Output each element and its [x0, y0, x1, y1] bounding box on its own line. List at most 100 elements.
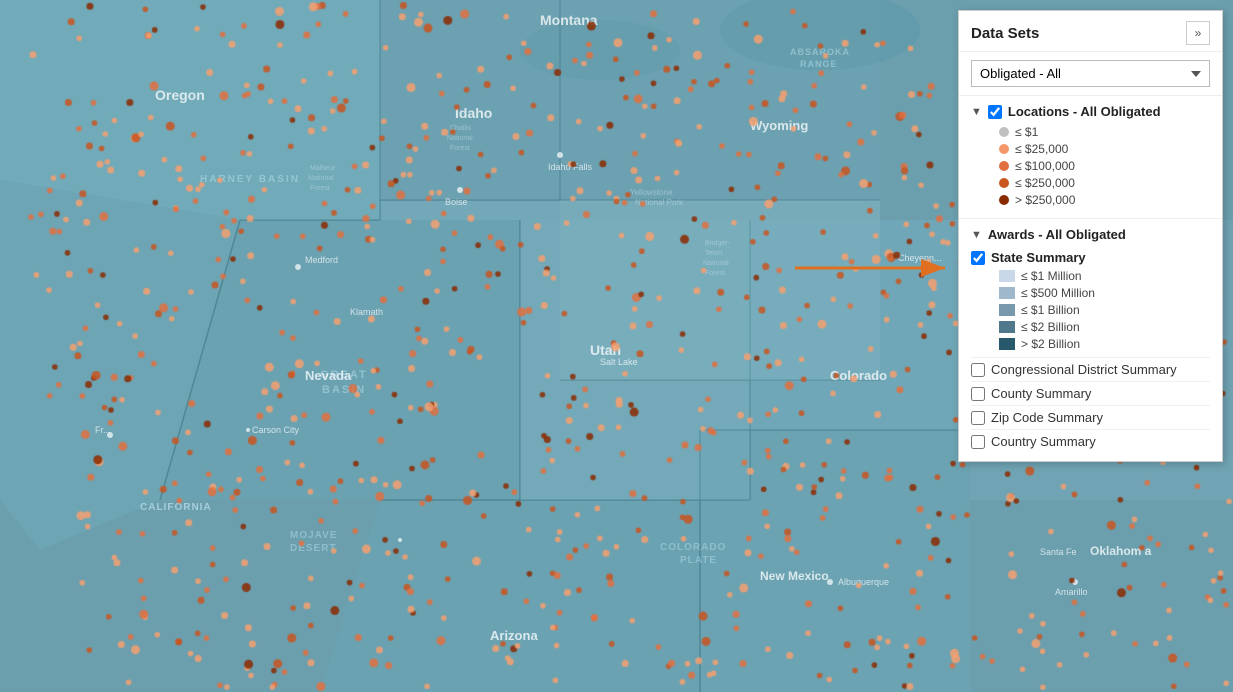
- summary-label: Zip Code Summary: [991, 410, 1103, 425]
- svg-text:BASIN: BASIN: [322, 384, 366, 396]
- svg-text:Klamath: Klamath: [350, 307, 383, 317]
- svg-text:Forest: Forest: [705, 270, 725, 277]
- summary-label: Congressional District Summary: [991, 362, 1177, 377]
- locations-section-header: ▼ Locations - All Obligated: [971, 104, 1210, 119]
- panel-header: Data Sets »: [959, 11, 1222, 52]
- state-summary-checkbox[interactable]: [971, 251, 985, 265]
- svg-text:RANGE: RANGE: [800, 59, 838, 69]
- locations-checkbox[interactable]: [988, 105, 1002, 119]
- legend-label: ≤ $1 Billion: [1021, 303, 1080, 317]
- svg-text:MOJAVE: MOJAVE: [290, 530, 338, 541]
- state-summary-legend: ≤ $1 Million ≤ $500 Million ≤ $1 Billion ≤ …: [971, 269, 1210, 351]
- svg-text:Oklahom a: Oklahom a: [1090, 544, 1152, 558]
- svg-text:COLORADO: COLORADO: [660, 542, 726, 553]
- svg-text:National Park: National Park: [635, 198, 684, 207]
- summary-checkbox-row: County Summary: [971, 381, 1210, 405]
- svg-text:New Mexico: New Mexico: [760, 569, 829, 583]
- locations-toggle-icon[interactable]: ▼: [971, 106, 982, 118]
- data-sets-panel: Data Sets » Obligated - AllOutlay - AllR…: [958, 10, 1223, 462]
- svg-text:Forest: Forest: [310, 185, 330, 192]
- legend-item: > $250,000: [999, 193, 1210, 207]
- legend-label: ≤ $250,000: [1015, 176, 1075, 190]
- legend-label: ≤ $1 Million: [1021, 269, 1082, 283]
- svg-text:Yellowstone: Yellowstone: [630, 188, 673, 197]
- legend-square: [999, 287, 1015, 299]
- legend-item: ≤ $2 Billion: [999, 320, 1210, 334]
- svg-text:Challis: Challis: [450, 125, 472, 132]
- panel-title: Data Sets: [971, 25, 1039, 42]
- legend-item: ≤ $1: [999, 125, 1210, 139]
- svg-text:Oregon: Oregon: [155, 87, 205, 103]
- svg-text:Teton: Teton: [705, 250, 722, 257]
- legend-item: ≤ $25,000: [999, 142, 1210, 156]
- svg-text:Carson City: Carson City: [252, 425, 300, 435]
- legend-item: ≤ $1 Million: [999, 269, 1210, 283]
- legend-label: ≤ $100,000: [1015, 159, 1075, 173]
- svg-text:Albuquerque: Albuquerque: [838, 577, 889, 587]
- legend-square: [999, 321, 1015, 333]
- state-summary-header: State Summary: [971, 250, 1210, 265]
- legend-label: > $250,000: [1015, 193, 1075, 207]
- awards-section-label: Awards - All Obligated: [988, 227, 1126, 242]
- svg-text:Cheyenn...: Cheyenn...: [898, 253, 942, 263]
- summary-checkbox[interactable]: [971, 363, 985, 377]
- svg-text:Malheur: Malheur: [310, 165, 336, 172]
- svg-text:PLATE: PLATE: [680, 555, 717, 566]
- summary-label: County Summary: [991, 386, 1091, 401]
- svg-text:National: National: [308, 175, 334, 182]
- locations-section: ▼ Locations - All Obligated ≤ $1 ≤ $25,00…: [959, 96, 1222, 219]
- legend-square: [999, 270, 1015, 282]
- svg-text:Fr...: Fr...: [95, 425, 111, 435]
- svg-text:National: National: [447, 135, 473, 142]
- legend-label: ≤ $25,000: [1015, 142, 1068, 156]
- legend-dot: [999, 178, 1009, 188]
- legend-label: ≤ $1: [1015, 125, 1038, 139]
- svg-text:Idaho: Idaho: [455, 105, 492, 121]
- dropdown-row: Obligated - AllOutlay - AllRecipients - …: [959, 52, 1222, 96]
- state-summary-subsection: State Summary ≤ $1 Million ≤ $500 Million…: [971, 250, 1210, 351]
- legend-item: ≤ $500 Million: [999, 286, 1210, 300]
- summary-checkbox-row: Congressional District Summary: [971, 357, 1210, 381]
- svg-text:Boise: Boise: [445, 197, 468, 207]
- awards-toggle-icon[interactable]: ▼: [971, 229, 982, 241]
- svg-text:Medford: Medford: [305, 255, 338, 265]
- awards-section: ▼ Awards - All Obligated State Summary ≤…: [959, 219, 1222, 461]
- legend-dot: [999, 127, 1009, 137]
- legend-square: [999, 304, 1015, 316]
- legend-item: > $2 Billion: [999, 337, 1210, 351]
- summary-checkbox-row: Country Summary: [971, 429, 1210, 453]
- svg-text:Wyoming: Wyoming: [750, 118, 808, 133]
- summary-checkbox[interactable]: [971, 411, 985, 425]
- legend-label: ≤ $500 Million: [1021, 286, 1095, 300]
- svg-text:Forest: Forest: [450, 145, 470, 152]
- collapse-button[interactable]: »: [1186, 21, 1210, 45]
- svg-text:Colorado: Colorado: [830, 368, 887, 383]
- legend-label: ≤ $2 Billion: [1021, 320, 1080, 334]
- locations-legend: ≤ $1 ≤ $25,000 ≤ $100,000 ≤ $250,000 > $250,…: [971, 125, 1210, 207]
- legend-item: ≤ $1 Billion: [999, 303, 1210, 317]
- summary-label: Country Summary: [991, 434, 1096, 449]
- legend-square: [999, 338, 1015, 350]
- svg-text:Santa Fe: Santa Fe: [1040, 547, 1077, 557]
- svg-text:HARNEY BASIN: HARNEY BASIN: [200, 174, 300, 185]
- svg-text:ABSAROKA: ABSAROKA: [790, 47, 850, 57]
- summary-checkbox[interactable]: [971, 435, 985, 449]
- svg-text:Nevada: Nevada: [305, 368, 352, 383]
- svg-text:Bridger-: Bridger-: [705, 240, 731, 247]
- legend-dot: [999, 195, 1009, 205]
- svg-text:Amarillo: Amarillo: [1055, 587, 1088, 597]
- svg-text:Utah: Utah: [590, 342, 621, 358]
- svg-text:Idaho Falls: Idaho Falls: [548, 162, 593, 172]
- svg-text:CALIFORNIA: CALIFORNIA: [140, 502, 212, 513]
- legend-dot: [999, 161, 1009, 171]
- summary-checkbox[interactable]: [971, 387, 985, 401]
- svg-text:Arizona: Arizona: [490, 628, 538, 643]
- legend-item: ≤ $100,000: [999, 159, 1210, 173]
- legend-item: ≤ $250,000: [999, 176, 1210, 190]
- svg-text:Salt Lake: Salt Lake: [600, 357, 638, 367]
- awards-section-header: ▼ Awards - All Obligated: [971, 227, 1210, 242]
- summary-checkbox-row: Zip Code Summary: [971, 405, 1210, 429]
- dataset-select[interactable]: Obligated - AllOutlay - AllRecipients - …: [971, 60, 1210, 87]
- svg-text:DESERT: DESERT: [290, 543, 337, 554]
- svg-text:Montana: Montana: [540, 12, 598, 28]
